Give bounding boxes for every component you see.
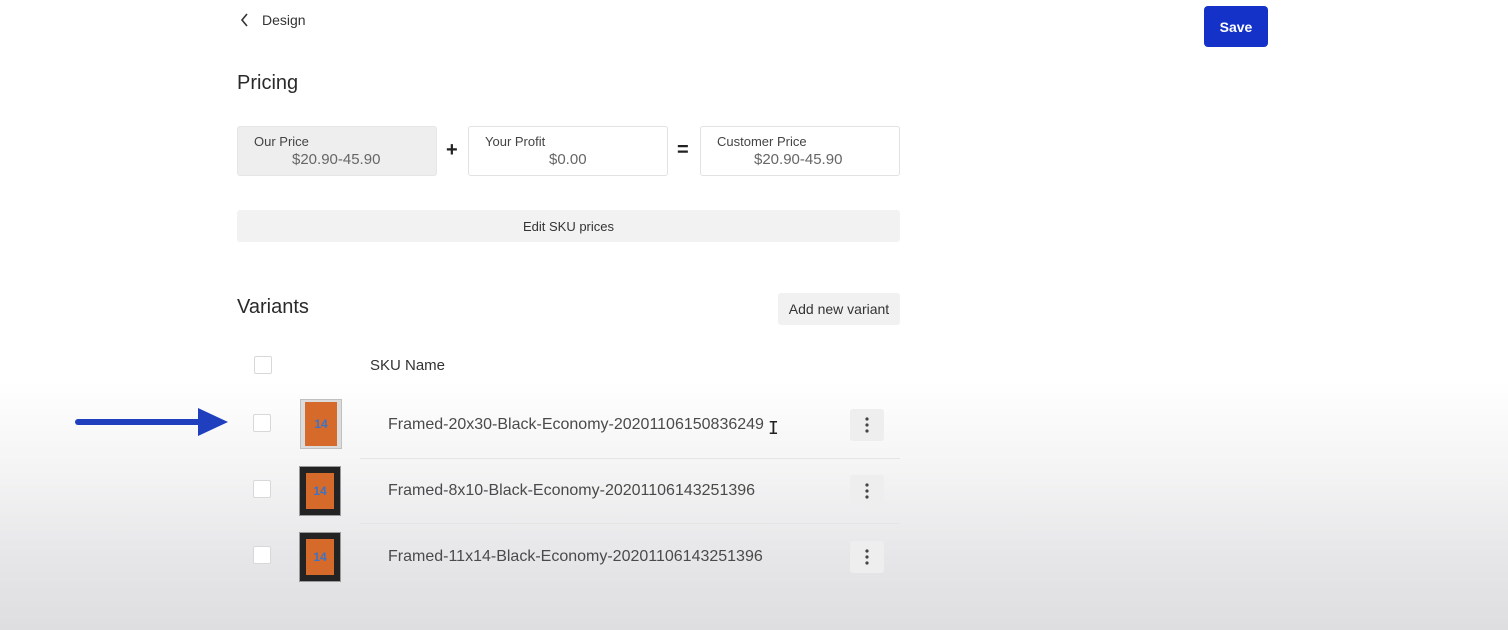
more-vertical-icon xyxy=(865,417,869,433)
row-divider xyxy=(360,458,900,459)
chevron-left-icon xyxy=(240,13,248,27)
our-price-value: $20.90-45.90 xyxy=(292,151,381,168)
variant-thumbnail: 14 xyxy=(300,399,342,449)
thumbnail-image: 14 xyxy=(305,402,337,446)
your-profit-value[interactable]: $0.00 xyxy=(549,151,587,168)
row-checkbox[interactable] xyxy=(253,480,271,498)
plus-sign: + xyxy=(446,139,458,161)
more-vertical-icon xyxy=(865,483,869,499)
variant-thumbnail: 14 xyxy=(299,466,341,516)
more-vertical-icon xyxy=(865,549,869,565)
row-menu-button[interactable] xyxy=(850,409,884,441)
pricing-title: Pricing xyxy=(237,72,299,94)
text-cursor-icon: I xyxy=(768,418,779,439)
thumbnail-image: 14 xyxy=(306,473,334,509)
your-profit-field[interactable]: Your Profit $0.00 xyxy=(468,126,668,176)
add-new-variant-button[interactable]: Add new variant xyxy=(778,293,900,325)
variants-title: Variants xyxy=(237,296,309,318)
customer-price-field: Customer Price $20.90-45.90 xyxy=(700,126,900,176)
row-menu-button[interactable] xyxy=(850,541,884,573)
variant-thumbnail: 14 xyxy=(299,532,341,582)
customer-price-value: $20.90-45.90 xyxy=(754,151,843,168)
our-price-label: Our Price xyxy=(254,134,309,149)
arrow-right-icon xyxy=(75,408,228,436)
row-divider xyxy=(360,523,900,524)
variant-sku-name[interactable]: Framed-20x30-Black-Economy-2020110615083… xyxy=(388,416,764,434)
back-label: Design xyxy=(262,12,306,28)
thumbnail-image: 14 xyxy=(306,539,334,575)
select-all-checkbox[interactable] xyxy=(254,356,272,374)
your-profit-label: Your Profit xyxy=(485,134,546,149)
sku-name-column-header: SKU Name xyxy=(370,357,446,374)
row-checkbox[interactable] xyxy=(253,546,271,564)
our-price-field: Our Price $20.90-45.90 xyxy=(237,126,437,176)
variant-sku-name[interactable]: Framed-8x10-Black-Economy-20201106143251… xyxy=(388,482,755,500)
row-menu-button[interactable] xyxy=(850,475,884,507)
equals-sign: = xyxy=(677,139,689,161)
row-checkbox[interactable] xyxy=(253,414,271,432)
back-link[interactable]: Design xyxy=(240,12,306,28)
variant-sku-name[interactable]: Framed-11x14-Black-Economy-2020110614325… xyxy=(388,548,763,566)
edit-sku-prices-button[interactable]: Edit SKU prices xyxy=(237,210,900,242)
save-button[interactable]: Save xyxy=(1204,6,1268,47)
customer-price-label: Customer Price xyxy=(717,134,807,149)
